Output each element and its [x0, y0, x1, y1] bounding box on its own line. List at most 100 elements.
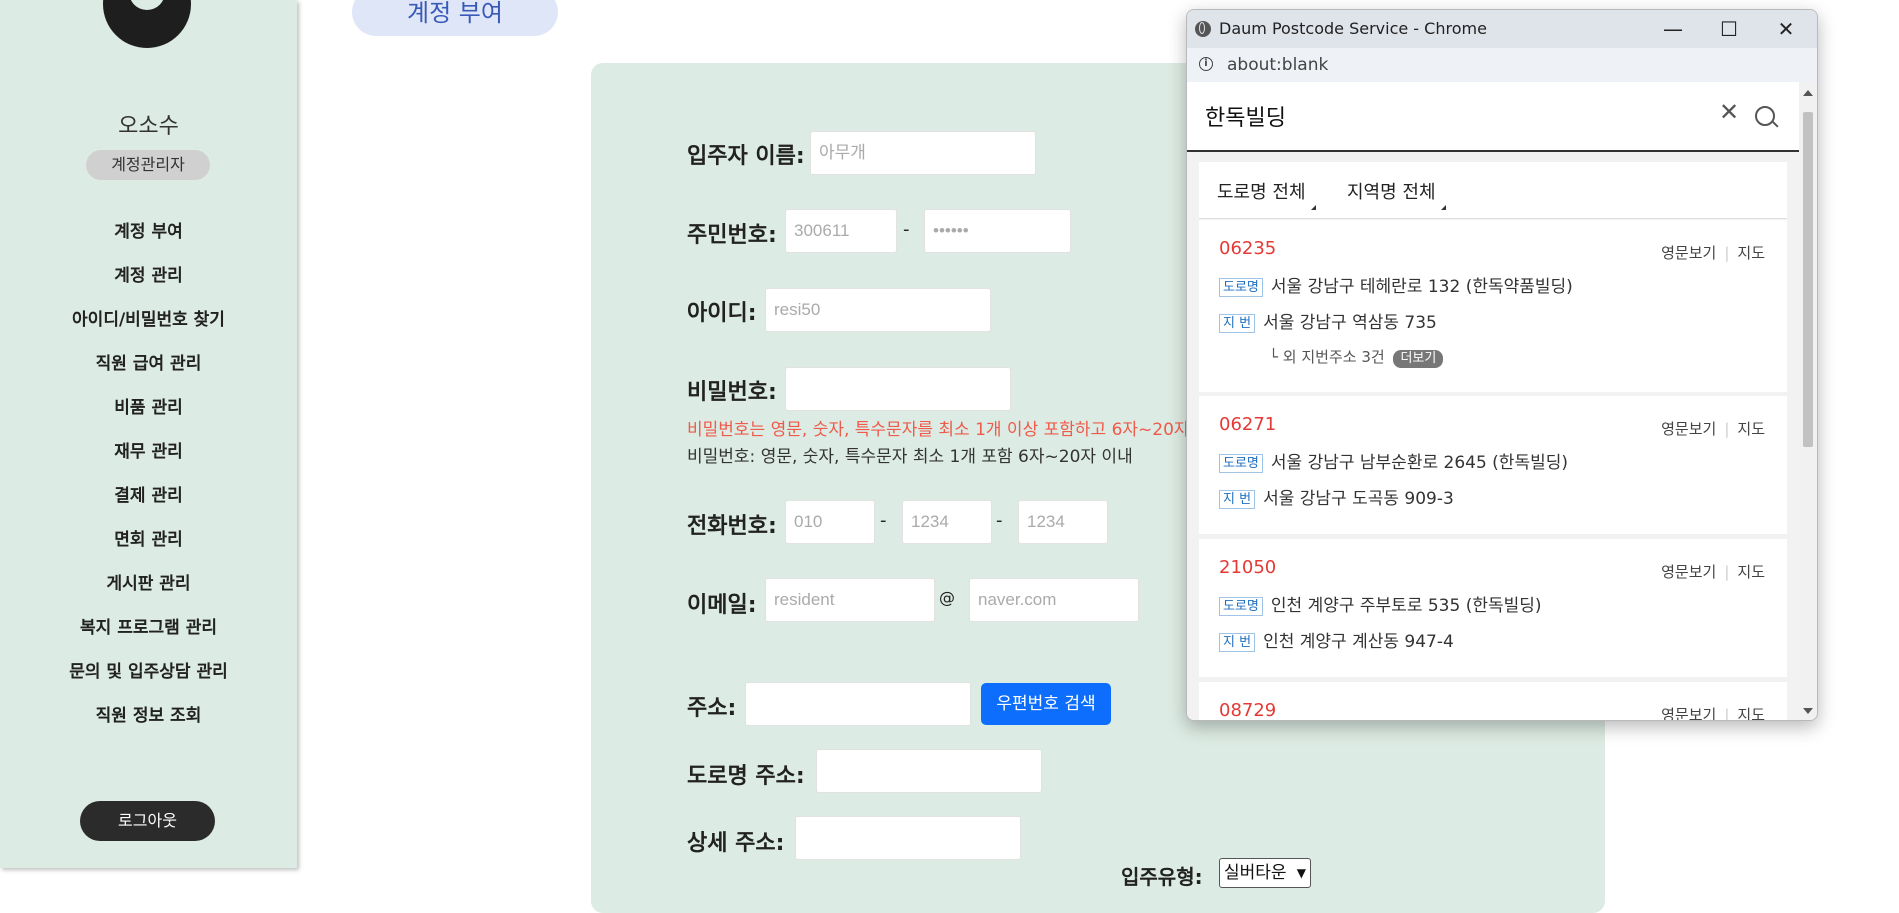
name-input[interactable]: 아무개 [810, 131, 1036, 175]
road-tag: 도로명 [1219, 453, 1263, 473]
window-titlebar: Daum Postcode Service - Chrome — ☐ ✕ [1187, 10, 1817, 48]
chevron-down-icon: ▼ [1296, 866, 1306, 880]
sidebar-item-board[interactable]: 게시판 관리 [0, 562, 297, 606]
password-warning: 비밀번호는 영문, 숫자, 특수문자를 최소 1개 이상 포함하고 6자~20자 [687, 420, 1190, 440]
user-name: 오소수 [118, 114, 179, 139]
english-view-link[interactable]: 영문보기 [1661, 563, 1716, 581]
close-icon[interactable]: ✕ [1758, 10, 1814, 48]
result-zip[interactable]: 21050 [1219, 557, 1276, 578]
phone-separator-1: - [880, 510, 887, 531]
id-input[interactable]: resi50 [765, 288, 991, 332]
result-lot-address[interactable]: 서울 강남구 역삼동 735 [1263, 313, 1437, 333]
info-icon[interactable]: i [1199, 57, 1213, 71]
result-zip[interactable]: 06271 [1219, 414, 1276, 435]
result-road-row[interactable]: 도로명 서울 강남구 남부순환로 2645 (한독빌딩) [1219, 448, 1568, 473]
password-input[interactable] [785, 367, 1011, 411]
maximize-icon[interactable]: ☐ [1701, 10, 1757, 48]
phone-separator-2: - [996, 510, 1003, 531]
map-link[interactable]: 지도 [1737, 244, 1765, 262]
english-view-link[interactable]: 영문보기 [1661, 420, 1716, 438]
address-label: 주소: [687, 696, 737, 721]
result-road-address[interactable]: 인천 계양구 주부토로 535 (한독빌딩) [1271, 596, 1542, 616]
phone-label: 전화번호: [687, 514, 777, 539]
sidebar-item-find-id-password[interactable]: 아이디/비밀번호 찾기 [0, 298, 297, 342]
lot-tag: 지 번 [1219, 313, 1256, 333]
result-lot-row[interactable]: 지 번 인천 계양구 계산동 947-4 [1219, 627, 1454, 652]
results-area: 도로명 전체 지역명 전체 06235 영문보기 | 지도 도로명 서울 강남구 테헤… [1187, 152, 1799, 720]
english-view-link[interactable]: 영문보기 [1661, 244, 1716, 262]
password-label: 비밀번호: [687, 380, 777, 405]
result-lot-address[interactable]: 인천 계양구 계산동 947-4 [1263, 632, 1454, 652]
minimize-icon[interactable]: — [1645, 10, 1701, 48]
id-label: 아이디: [687, 301, 757, 326]
phone-last-input[interactable]: 1234 [1018, 500, 1108, 544]
phone-first-input[interactable]: 010 [785, 500, 875, 544]
result-zip[interactable]: 06235 [1219, 238, 1276, 259]
filter-road[interactable]: 도로명 전체 [1217, 178, 1316, 210]
rrn-back-input[interactable]: •••••• [924, 209, 1071, 253]
scroll-up-arrow-icon[interactable] [1803, 90, 1813, 96]
detail-address-input[interactable] [795, 816, 1021, 860]
page-tab[interactable]: 계정 부여 [352, 0, 558, 36]
globe-icon [1195, 21, 1211, 37]
scrollbar[interactable] [1799, 82, 1817, 720]
address-bar: i about:blank [1187, 48, 1817, 83]
result-lot-row[interactable]: 지 번 서울 강남구 역삼동 735 [1219, 308, 1437, 333]
address-input[interactable] [745, 682, 971, 726]
result-links: 영문보기 | 지도 [1661, 704, 1765, 720]
road-address-input[interactable] [816, 749, 1042, 793]
name-label: 입주자 이름: [687, 144, 805, 169]
result-item[interactable]: 06271 영문보기 | 지도 도로명 서울 강남구 남부순환로 2645 (한독빌딩… [1199, 396, 1787, 534]
map-link[interactable]: 지도 [1737, 420, 1765, 438]
result-road-row[interactable]: 도로명 인천 계양구 주부토로 535 (한독빌딩) [1219, 591, 1542, 616]
result-item[interactable]: 08729 영문보기 | 지도 [1199, 682, 1787, 720]
filter-region[interactable]: 지역명 전체 [1347, 178, 1446, 210]
rrn-front-input[interactable]: 300611 [785, 209, 897, 253]
role-badge: 계정관리자 [86, 150, 210, 180]
map-link[interactable]: 지도 [1737, 706, 1765, 720]
sidebar-item-account-manage[interactable]: 계정 관리 [0, 254, 297, 298]
sidebar-item-inquiry[interactable]: 문의 및 입주상담 관리 [0, 650, 297, 694]
sidebar-item-staff-info[interactable]: 직원 정보 조회 [0, 694, 297, 738]
result-road-address[interactable]: 서울 강남구 테헤란로 132 (한독약품빌딩) [1271, 277, 1573, 297]
result-lot-row[interactable]: 지 번 서울 강남구 도곡동 909-3 [1219, 484, 1454, 509]
sidebar-item-finance[interactable]: 재무 관리 [0, 430, 297, 474]
clear-icon[interactable]: ✕ [1719, 98, 1739, 126]
english-view-link[interactable]: 영문보기 [1661, 706, 1716, 720]
road-address-label: 도로명 주소: [687, 764, 805, 789]
result-road-address[interactable]: 서울 강남구 남부순환로 2645 (한독빌딩) [1271, 453, 1568, 473]
result-zip[interactable]: 08729 [1219, 700, 1276, 720]
email-user-input[interactable]: resident [765, 578, 935, 622]
sidebar-item-salary[interactable]: 직원 급여 관리 [0, 342, 297, 386]
search-icon[interactable] [1755, 106, 1775, 126]
sidebar-item-supplies[interactable]: 비품 관리 [0, 386, 297, 430]
map-link[interactable]: 지도 [1737, 563, 1765, 581]
logout-button[interactable]: 로그아웃 [80, 801, 215, 841]
result-road-row[interactable]: 도로명 서울 강남구 테헤란로 132 (한독약품빌딩) [1219, 272, 1573, 297]
residence-type-select[interactable]: 실버타운 ▼ [1219, 858, 1311, 888]
more-button[interactable]: 더보기 [1393, 350, 1444, 368]
result-extra: └ 외 지번주소 3건 더보기 [1269, 346, 1444, 368]
postcode-search-button[interactable]: 우편번호 검색 [981, 683, 1111, 725]
filter-region-label: 지역명 전체 [1347, 182, 1436, 203]
result-lot-address[interactable]: 서울 강남구 도곡동 909-3 [1263, 489, 1454, 509]
phone-middle-input[interactable]: 1234 [902, 500, 992, 544]
sidebar-item-welfare[interactable]: 복지 프로그램 관리 [0, 606, 297, 650]
postcode-search-box[interactable]: 한독빌딩 ✕ [1187, 82, 1799, 152]
detail-address-label: 상세 주소: [687, 831, 785, 856]
postcode-search-input[interactable]: 한독빌딩 [1205, 100, 1286, 132]
residence-type-label: 입주유형: [1121, 865, 1203, 889]
scroll-thumb[interactable] [1803, 112, 1813, 447]
result-item[interactable]: 06235 영문보기 | 지도 도로명 서울 강남구 테헤란로 132 (한독약품빌딩… [1199, 220, 1787, 392]
extra-lot-count: └ 외 지번주소 3건 [1269, 348, 1385, 366]
result-links: 영문보기 | 지도 [1661, 420, 1765, 438]
result-item[interactable]: 21050 영문보기 | 지도 도로명 인천 계양구 주부토로 535 (한독빌딩) … [1199, 539, 1787, 677]
scroll-down-arrow-icon[interactable] [1803, 708, 1813, 714]
sidebar-item-visit[interactable]: 면회 관리 [0, 518, 297, 562]
sidebar-item-payment[interactable]: 결제 관리 [0, 474, 297, 518]
road-tag: 도로명 [1219, 596, 1263, 616]
dropdown-triangle-icon [1440, 205, 1446, 210]
url-text: about:blank [1227, 55, 1329, 75]
sidebar-item-account-grant[interactable]: 계정 부여 [0, 210, 297, 254]
email-domain-input[interactable]: naver.com [969, 578, 1139, 622]
